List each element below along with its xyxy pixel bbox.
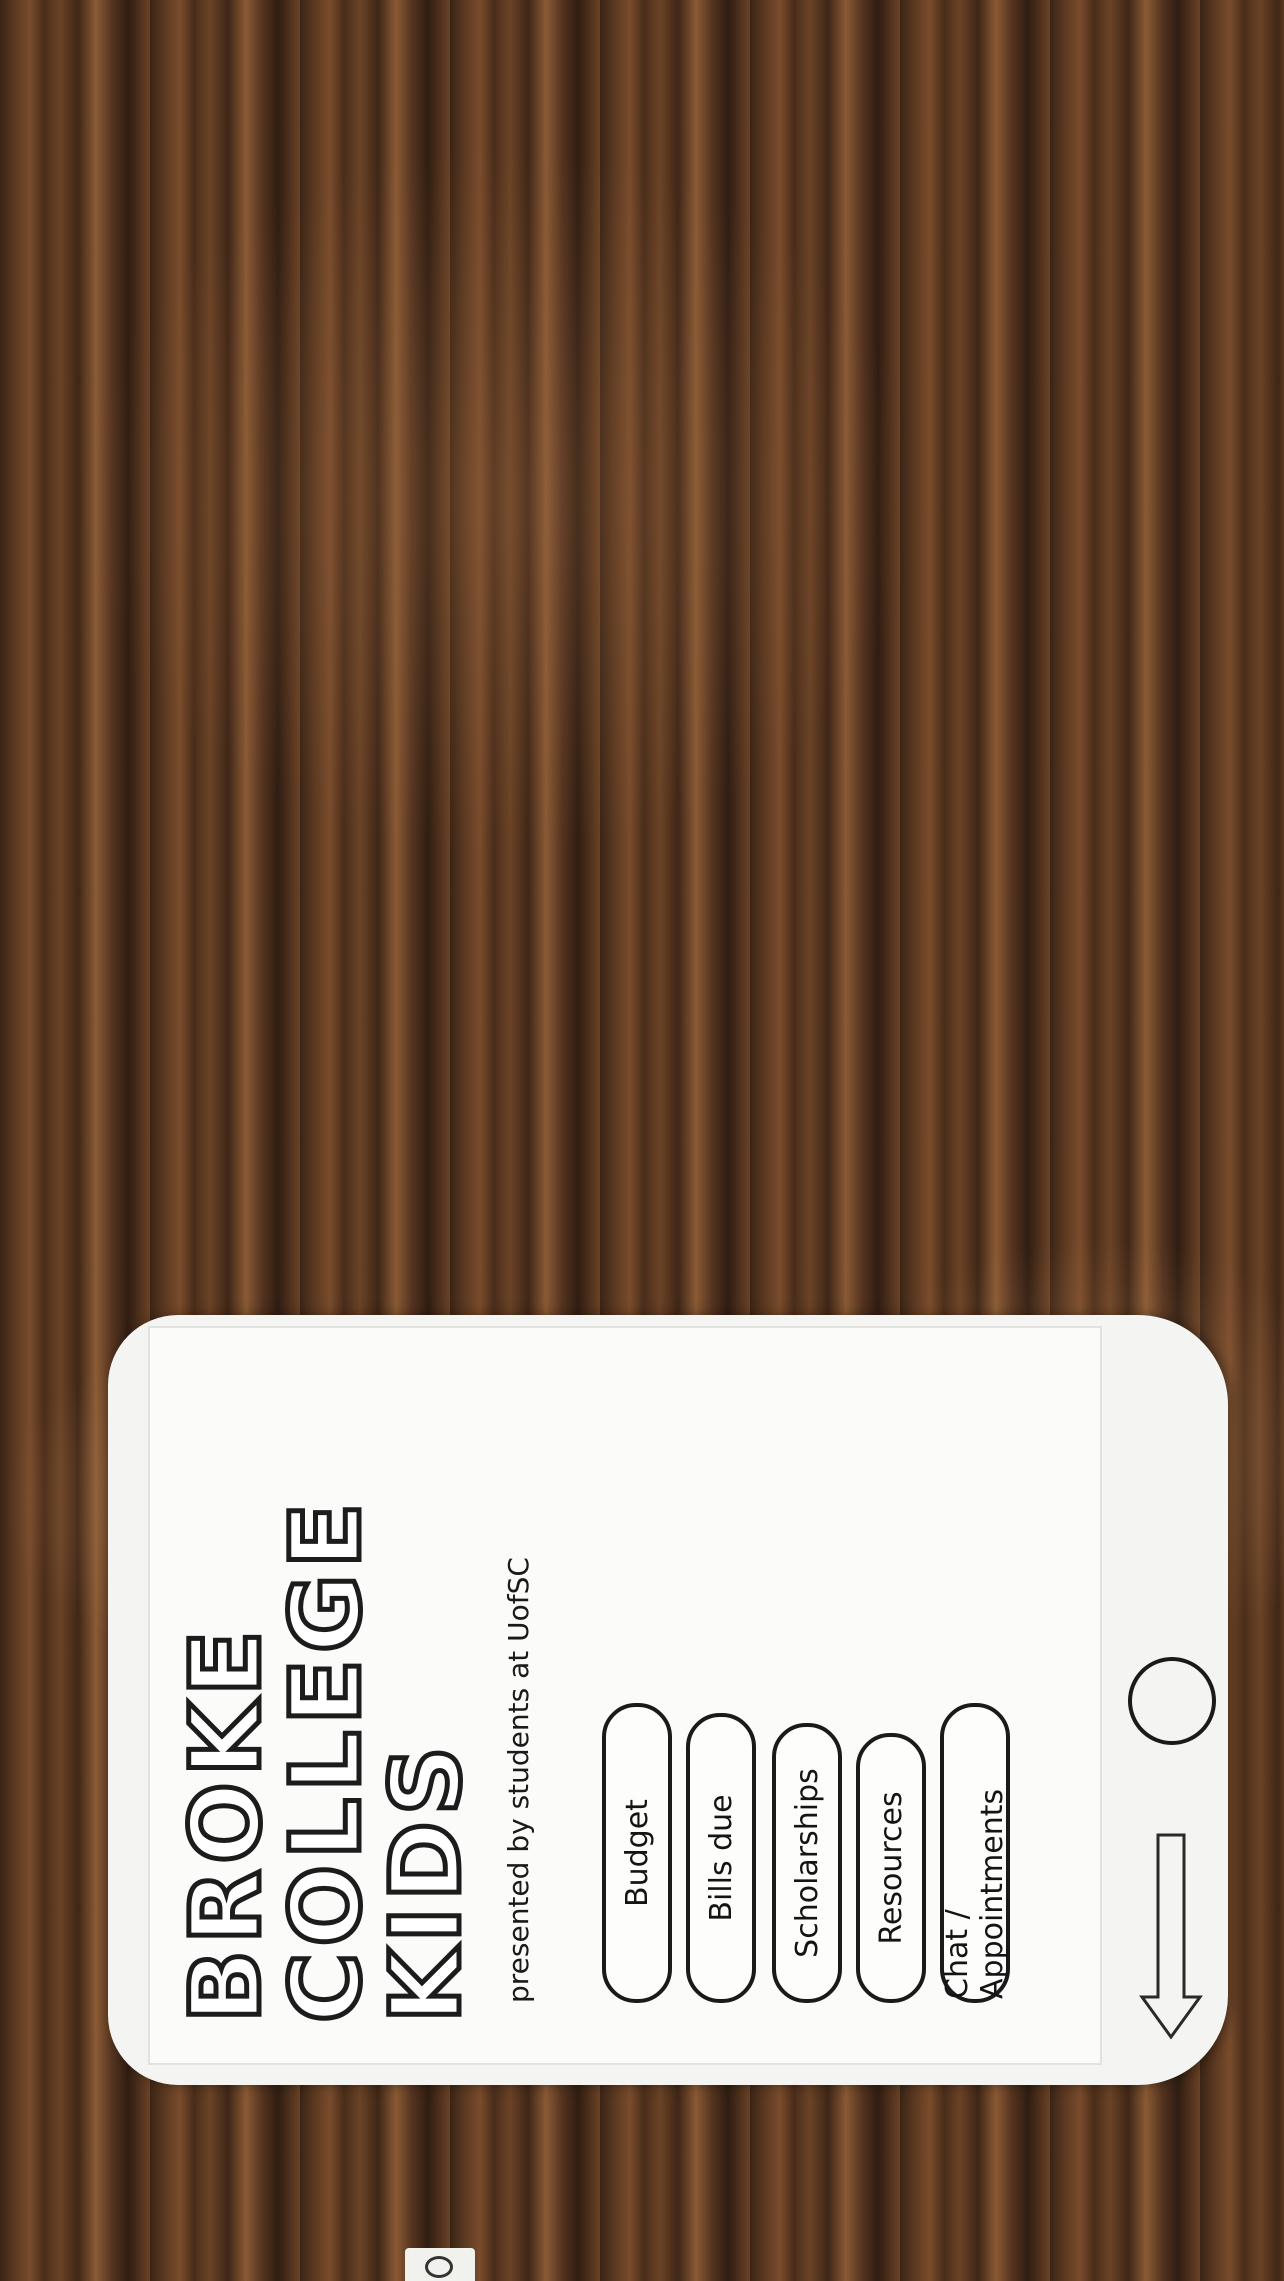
scrap-circle-icon [425, 2256, 453, 2278]
phone-frame: BROKE COLLEGE KIDS presented by students… [108, 1315, 1228, 2085]
app-title-line-2: COLLEGE [268, 1494, 385, 2025]
resources-button[interactable]: Resources [856, 1733, 926, 2003]
scholarships-button-label: Scholarships [789, 1768, 825, 1958]
scholarships-button[interactable]: Scholarships [772, 1723, 842, 2003]
bills-due-button-label: Bills due [703, 1794, 739, 1922]
chat-appointments-button[interactable]: Chat / Appointments [940, 1703, 1010, 2003]
phone-screen: BROKE COLLEGE KIDS presented by students… [148, 1326, 1102, 2065]
app-subtitle: presented by students at UofSC [502, 1557, 535, 2003]
paper-scrap [405, 2248, 475, 2281]
budget-button-label: Budget [619, 1799, 655, 1907]
home-button-icon[interactable] [1128, 1657, 1216, 1745]
paper-phone-prototype: BROKE COLLEGE KIDS presented by students… [108, 1000, 1238, 2085]
phone-body: BROKE COLLEGE KIDS presented by students… [108, 1315, 1228, 2085]
back-arrow-icon[interactable] [1136, 1825, 1206, 2045]
app-title-line-1: BROKE [168, 1622, 285, 2026]
budget-button[interactable]: Budget [602, 1703, 672, 2003]
resources-button-label: Resources [873, 1791, 909, 1945]
app-title-line-3: KIDS [368, 1738, 485, 2026]
chat-appointments-button-label: Chat / Appointments [940, 1788, 1010, 1999]
bills-due-button[interactable]: Bills due [686, 1713, 756, 2003]
